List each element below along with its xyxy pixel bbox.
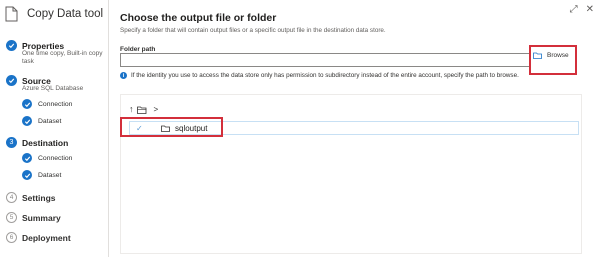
folder-path-label: Folder path (120, 46, 156, 53)
step-subtitle: Azure SQL Database (22, 85, 84, 92)
app-icon (5, 6, 18, 22)
browser-toolbar: ↑ > (129, 105, 159, 115)
substep-label: Connection (38, 100, 73, 108)
step-deployment[interactable]: 6 Deployment (6, 232, 71, 243)
step-number-badge: 5 (6, 212, 17, 223)
step-title: Settings (22, 192, 56, 203)
step-title: Properties (22, 40, 65, 51)
substep-source-dataset[interactable]: Dataset (22, 116, 61, 126)
step-title: Deployment (22, 232, 71, 243)
check-icon (22, 153, 32, 163)
folder-open-icon[interactable] (136, 106, 147, 114)
check-icon (22, 170, 32, 180)
step-settings[interactable]: 4 Settings (6, 192, 56, 203)
info-message: i If the identity you use to access the … (120, 72, 519, 79)
substep-source-connection[interactable]: Connection (22, 99, 72, 109)
check-icon (22, 99, 32, 109)
substep-destination-connection[interactable]: Connection (22, 153, 72, 163)
step-number-badge: 3 (6, 137, 17, 148)
page-description: Specify a folder that will contain outpu… (120, 27, 386, 34)
check-icon (22, 116, 32, 126)
app-title: Copy Data tool (27, 8, 104, 20)
browse-label: Browse (547, 52, 569, 59)
selection-highlight-box (120, 117, 223, 137)
substep-label: Dataset (38, 171, 62, 179)
window-controls: ⤢ ✕ (570, 5, 594, 15)
step-title: Source (22, 75, 51, 86)
browse-highlight-box (529, 45, 577, 75)
info-text: If the identity you use to access the da… (131, 72, 519, 79)
app-header: Copy Data tool (5, 6, 103, 22)
step-summary[interactable]: 5 Summary (6, 212, 61, 223)
substep-label: Connection (38, 154, 73, 162)
wizard-sidebar: Copy Data tool Properties One time copy,… (0, 0, 109, 257)
check-icon (6, 75, 17, 86)
main-panel: ⤢ ✕ Choose the output file or folder Spe… (110, 0, 600, 257)
page-title: Choose the output file or folder (120, 12, 277, 24)
folder-path-input[interactable] (120, 53, 530, 67)
close-icon[interactable]: ✕ (586, 5, 594, 15)
check-icon (6, 40, 17, 51)
substep-label: Dataset (38, 117, 62, 125)
step-subtitle: One time copy, Built-in copy task (22, 50, 103, 65)
folder-icon (533, 52, 542, 59)
breadcrumb-separator: > (153, 105, 159, 114)
step-title: Destination (22, 137, 69, 148)
step-number-badge: 4 (6, 192, 17, 203)
step-number-badge: 6 (6, 232, 17, 243)
up-arrow-icon[interactable]: ↑ (129, 105, 134, 114)
step-title: Summary (22, 212, 61, 223)
step-destination[interactable]: 3 Destination (6, 137, 68, 148)
substep-destination-dataset[interactable]: Dataset (22, 170, 61, 180)
browse-button[interactable]: Browse (533, 52, 569, 59)
info-icon: i (120, 72, 127, 79)
expand-icon[interactable]: ⤢ (570, 5, 578, 15)
